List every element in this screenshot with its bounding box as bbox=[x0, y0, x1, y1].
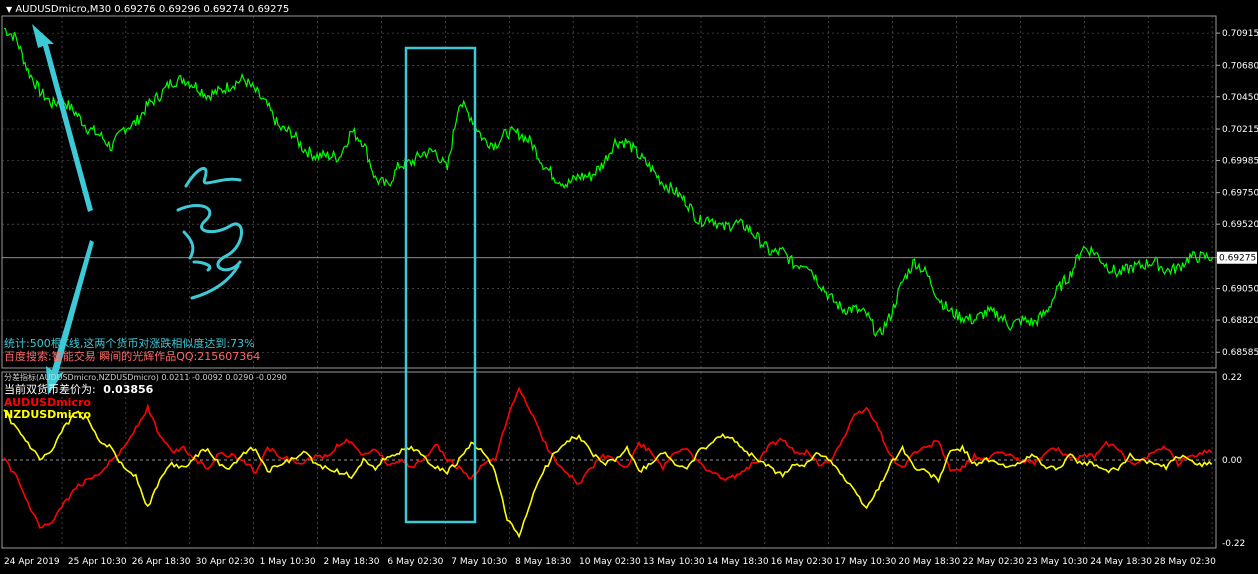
diff-value: 0.03856 bbox=[103, 383, 154, 396]
main-frame bbox=[1, 15, 1217, 369]
current-price-label: 0.69275 bbox=[1219, 254, 1256, 264]
x-tick-label: 14 May 18:30 bbox=[707, 557, 769, 567]
price-line bbox=[3, 27, 1214, 338]
symbol-dropdown-icon[interactable]: ▼ bbox=[6, 5, 12, 14]
main-grid bbox=[1, 15, 1217, 369]
y-tick-label: 0.69985 bbox=[1222, 156, 1258, 166]
x-tick-label: 7 May 10:30 bbox=[451, 557, 507, 567]
x-tick-label: 28 May 02:30 bbox=[1154, 557, 1216, 567]
x-tick-label: 22 May 02:30 bbox=[962, 557, 1024, 567]
sub-y-tick-label: 0.22 bbox=[1222, 373, 1242, 383]
y-tick-label: 0.70215 bbox=[1222, 125, 1258, 135]
y-tick-label: 0.68585 bbox=[1222, 348, 1258, 358]
x-tick-label: 13 May 10:30 bbox=[643, 557, 705, 567]
x-tick-label: 23 May 10:30 bbox=[1026, 557, 1088, 567]
x-tick-label: 24 May 18:30 bbox=[1090, 557, 1152, 567]
x-tick-label: 25 Apr 10:30 bbox=[68, 557, 127, 567]
x-tick-label: 8 May 18:30 bbox=[515, 557, 571, 567]
price-axis: 0.70915 0.70680 0.70450 0.70215 0.69985 0.697… bbox=[1216, 29, 1258, 358]
chart-canvas: 0.70915 0.70680 0.70450 0.70215 0.69985 0.697… bbox=[1, 15, 1258, 567]
indicator-axis: 0.22 0.00 -0.22 bbox=[1222, 373, 1245, 549]
scribble-stroke bbox=[182, 230, 240, 300]
x-tick-label: 16 May 02:30 bbox=[771, 557, 833, 567]
y-tick-label: 0.69050 bbox=[1222, 285, 1258, 295]
x-tick-label: 1 May 10:30 bbox=[260, 557, 316, 567]
sub-y-tick-label: -0.22 bbox=[1222, 539, 1245, 549]
x-tick-label: 20 May 18:30 bbox=[899, 557, 961, 567]
x-tick-label: 10 May 02:30 bbox=[579, 557, 641, 567]
y-tick-label: 0.70680 bbox=[1222, 61, 1258, 71]
diff-readout: 当前双货币差价为: 0.03856 bbox=[4, 384, 153, 396]
x-tick-label: 17 May 10:30 bbox=[835, 557, 897, 567]
time-axis: 24 Apr 2019 25 Apr 10:30 26 Apr 18:30 30 Ap… bbox=[4, 557, 1216, 567]
stat-line: 统计:500根K线,这两个货币对涨跌相似度达到:73% bbox=[4, 337, 255, 350]
legend-nzd: NZDUSDmicro bbox=[4, 408, 92, 421]
symbol-header[interactable]: ▼ AUDUSDmicro,M30 0.69276 0.69296 0.6927… bbox=[6, 4, 289, 16]
x-tick-label: 2 May 18:30 bbox=[323, 557, 379, 567]
aud-diff-line bbox=[3, 386, 1213, 529]
indicator-series bbox=[3, 386, 1213, 539]
nzd-diff-line bbox=[3, 409, 1213, 539]
sub-y-tick-label: 0.00 bbox=[1222, 456, 1242, 466]
y-tick-label: 0.70915 bbox=[1222, 29, 1258, 39]
x-tick-label: 6 May 02:30 bbox=[387, 557, 443, 567]
y-tick-label: 0.69520 bbox=[1222, 220, 1258, 230]
arrow-up-annotation bbox=[32, 24, 93, 212]
y-tick-label: 0.68820 bbox=[1222, 316, 1258, 326]
scribble-stroke bbox=[184, 166, 242, 188]
price-series bbox=[3, 27, 1214, 338]
chart-window: 0.70915 0.70680 0.70450 0.70215 0.69985 0.697… bbox=[0, 0, 1258, 570]
y-tick-label: 0.69750 bbox=[1222, 189, 1258, 199]
x-tick-label: 30 Apr 02:30 bbox=[196, 557, 255, 567]
symbol-header-text: AUDUSDmicro,M30 0.69276 0.69296 0.69274 … bbox=[15, 4, 290, 15]
x-tick-label: 24 Apr 2019 bbox=[4, 557, 60, 567]
ad-line: 百度搜索:智能交易 瞬间的光辉作品QQ:215607364 bbox=[4, 350, 261, 363]
diff-label: 当前双货币差价为: bbox=[4, 383, 96, 396]
y-tick-label: 0.70450 bbox=[1222, 93, 1258, 103]
x-tick-label: 26 Apr 18:30 bbox=[132, 557, 191, 567]
